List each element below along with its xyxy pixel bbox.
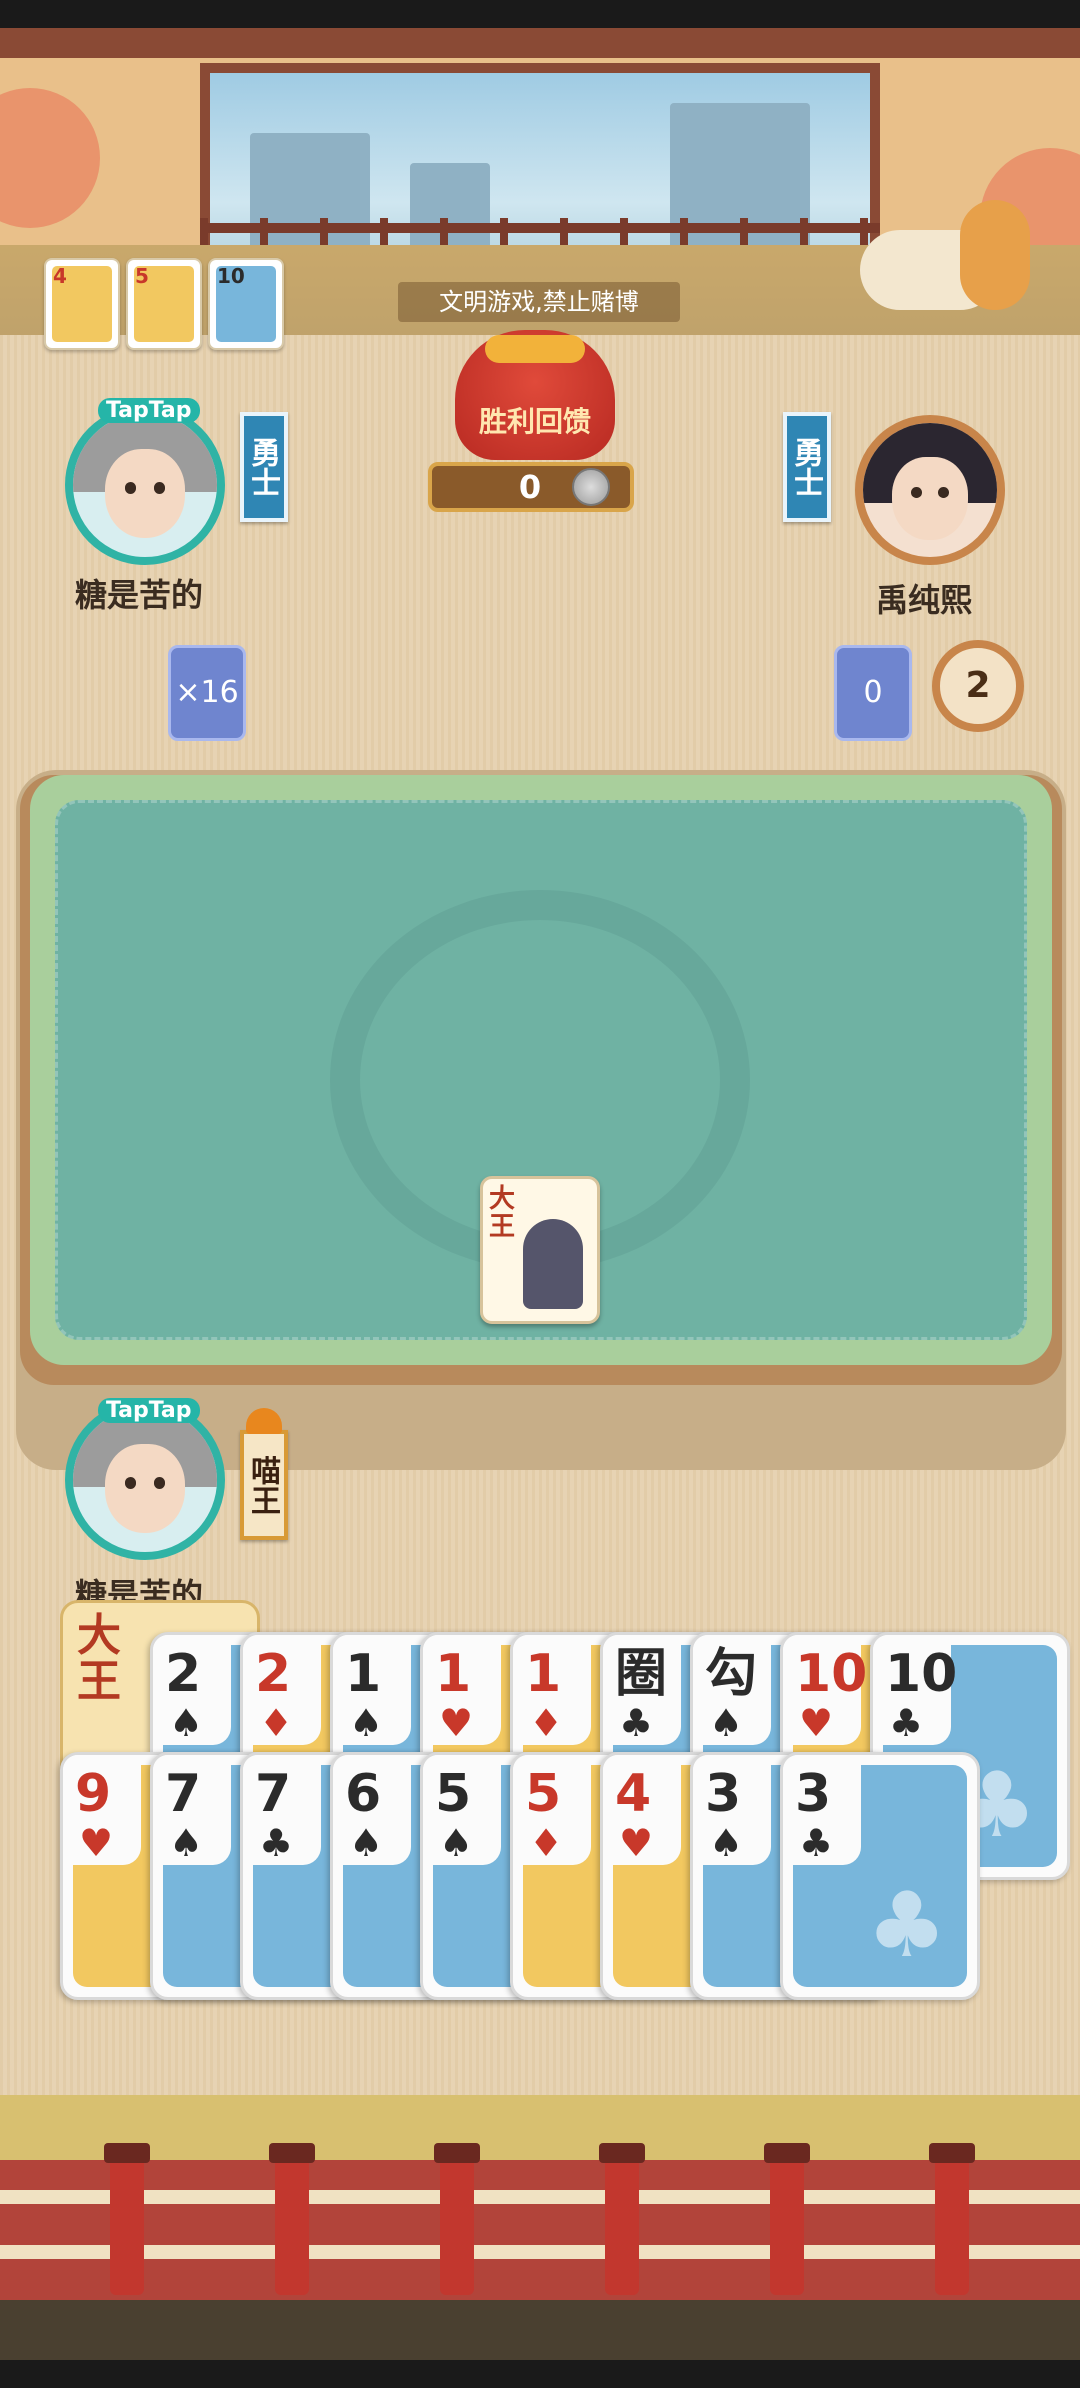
- card-suit-icon: ♦: [529, 1701, 564, 1745]
- card-suit-icon: ♠: [439, 1821, 474, 1865]
- railing-post: [104, 2143, 150, 2295]
- right-player-card-count: 0: [834, 645, 912, 741]
- reward-bag-tie: [485, 335, 585, 363]
- left-player-rank: 勇士: [240, 412, 288, 522]
- card-rank: 3: [705, 1764, 742, 1824]
- taptag-badge: TapTap: [98, 1398, 200, 1423]
- card-label: 大王: [77, 1610, 121, 1707]
- last-card-2: 5: [126, 258, 202, 350]
- railing-post: [764, 2143, 810, 2295]
- right-player-name: 禹纯熙: [876, 581, 973, 619]
- hand-card[interactable]: ♣ 3 ♣: [780, 1752, 980, 2000]
- navigation-bar: [0, 2360, 1080, 2388]
- card-rank: 5: [435, 1764, 472, 1824]
- card-rank: 10: [885, 1644, 958, 1704]
- card-label: 大王: [489, 1184, 516, 1242]
- card-rank: 5: [135, 264, 149, 288]
- card-rank: 2: [255, 1644, 292, 1704]
- right-player-avatar[interactable]: [855, 415, 1005, 565]
- card-suit-icon: ♦: [529, 1821, 564, 1865]
- card-suit-icon: ♣: [619, 1701, 654, 1745]
- bottom-railing: [0, 2160, 1080, 2320]
- card-rank: 7: [165, 1764, 202, 1824]
- card-suit-icon: ♠: [169, 1701, 204, 1745]
- card-suit-icon: ♠: [349, 1701, 384, 1745]
- card-rank: 1: [435, 1644, 472, 1704]
- railing-post: [929, 2143, 975, 2295]
- card-rank: 4: [53, 264, 67, 288]
- card-suit-icon: ♦: [259, 1701, 294, 1745]
- railing-stripe: [0, 2245, 1080, 2259]
- roof-beam: [0, 28, 1080, 58]
- card-rank: 6: [345, 1764, 382, 1824]
- played-card-big-joker: 大王: [480, 1176, 600, 1324]
- card-suit-icon: ♣: [259, 1821, 294, 1865]
- card-suit-icon: ♠: [169, 1821, 204, 1865]
- cat-decoration: [960, 200, 1030, 310]
- card-rank: 勾: [705, 1644, 758, 1704]
- railing-post: [434, 2143, 480, 2295]
- card-suit-icon: ♠: [709, 1701, 744, 1745]
- self-avatar[interactable]: [65, 1400, 225, 1560]
- turn-timer: 2: [932, 640, 1024, 732]
- fair-play-notice: 文明游戏,禁止赌博: [398, 282, 680, 322]
- card-suit-icon: ♥: [799, 1701, 834, 1745]
- reward-value: 0: [518, 468, 542, 506]
- railing-stripe: [0, 2190, 1080, 2204]
- card-rank: 9: [75, 1764, 112, 1824]
- railing-post: [599, 2143, 645, 2295]
- card-rank: 1: [525, 1644, 562, 1704]
- railing-post: [269, 2143, 315, 2295]
- last-card-3: 10: [208, 258, 284, 350]
- card-rank: 10: [795, 1644, 868, 1704]
- floor-band: [0, 2095, 1080, 2165]
- reward-title: 胜利回馈: [478, 405, 591, 438]
- card-suit-icon: ♥: [79, 1821, 114, 1865]
- garden-ground: [0, 2300, 1080, 2360]
- taptag-badge: TapTap: [98, 398, 200, 423]
- card-rank: 5: [525, 1764, 562, 1824]
- left-player-card-count: ×16: [168, 645, 246, 741]
- card-rank: 10: [217, 264, 245, 288]
- last-card-1: 4: [44, 258, 120, 350]
- cat-character: [523, 1219, 583, 1309]
- maple-leaves: [0, 88, 100, 228]
- card-suit-icon: ♥: [439, 1701, 474, 1745]
- card-suit-icon: ♠: [349, 1821, 384, 1865]
- left-player-avatar[interactable]: [65, 405, 225, 565]
- card-suit-icon: ♠: [709, 1821, 744, 1865]
- left-player-name: 糖是苦的: [75, 576, 204, 614]
- self-rank: 喵王: [240, 1430, 288, 1540]
- card-rank: 圈: [615, 1644, 668, 1704]
- card-rank: 4: [615, 1764, 652, 1824]
- card-suit-icon: ♥: [619, 1821, 654, 1865]
- card-suit-icon: ♣: [799, 1821, 834, 1865]
- coin-icon: [572, 468, 610, 506]
- status-bar: [0, 0, 1080, 28]
- card-suit-icon: ♣: [889, 1701, 924, 1745]
- card-rank: 1: [345, 1644, 382, 1704]
- suit-watermark-icon: ♣: [866, 1873, 947, 1978]
- card-rank: 7: [255, 1764, 292, 1824]
- card-rank: 3: [795, 1764, 832, 1824]
- right-player-rank: 勇士: [783, 412, 831, 522]
- card-rank: 2: [165, 1644, 202, 1704]
